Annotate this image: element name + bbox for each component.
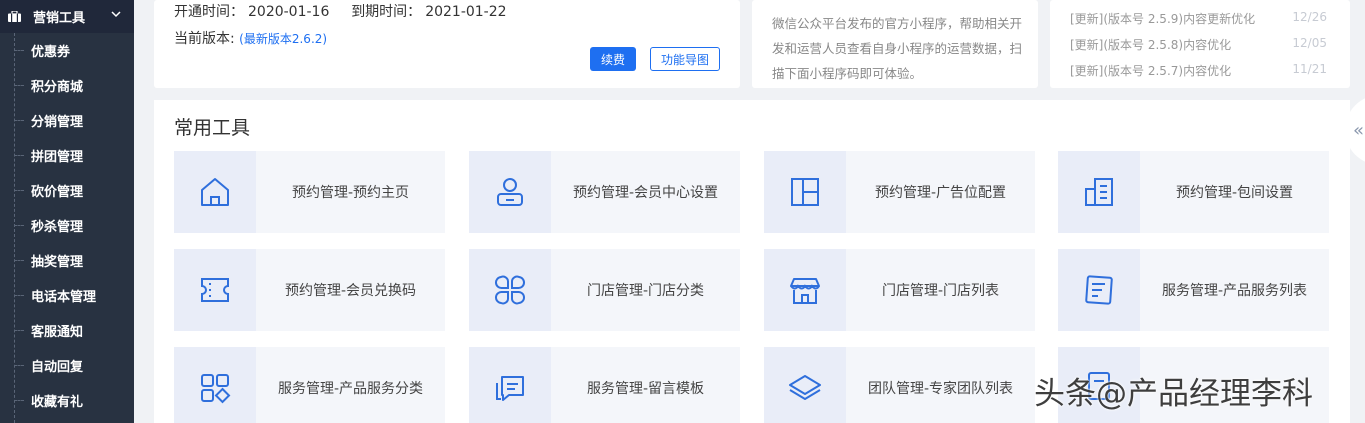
home-icon bbox=[174, 151, 256, 233]
update-date: 12/05 bbox=[1292, 36, 1327, 50]
update-text: [更新](版本号 2.5.7)内容优化 bbox=[1070, 64, 1232, 78]
message-icon bbox=[469, 347, 551, 423]
tool-member-center[interactable]: 预约管理-会员中心设置 bbox=[469, 151, 740, 233]
sidebar-item-label: 电话本管理 bbox=[31, 290, 97, 305]
sidebar-item-label: 分销管理 bbox=[31, 115, 84, 130]
update-item[interactable]: [更新](版本号 2.5.9)内容更新优化 12/26 bbox=[1070, 10, 1330, 28]
sidebar-item-label: 收藏有礼 bbox=[31, 395, 84, 410]
tool-label: 门店管理-门店分类 bbox=[586, 283, 705, 299]
tool-reservation-home[interactable]: 预约管理-预约主页 bbox=[174, 151, 445, 233]
update-text: [更新](版本号 2.5.9)内容更新优化 bbox=[1070, 12, 1256, 26]
briefcase-icon bbox=[8, 11, 21, 22]
updates-card: [更新](版本号 2.5.9)内容更新优化 12/26 [更新](版本号 2.5.… bbox=[1050, 0, 1350, 88]
tool-expert-team-list[interactable]: 团队管理-专家团队列表 bbox=[764, 347, 1035, 423]
sidebar: 营销工具 优惠券 积分商城 分销管理 拼团管理 砍价管理 秒杀管理 抽奖管理 电… bbox=[0, 0, 134, 423]
store-icon bbox=[764, 249, 846, 331]
tool-message-template[interactable]: 服务管理-留言模板 bbox=[469, 347, 740, 423]
sidebar-item-label: 优惠券 bbox=[31, 45, 71, 60]
tool-label: 门店管理-门店列表 bbox=[881, 283, 1000, 299]
tool-label: 服务管理-产品服务分类 bbox=[277, 381, 424, 397]
common-tools-title: 常用工具 bbox=[174, 117, 251, 139]
miniprogram-description: 微信公众平台发布的官方小程序，帮助相关开发和运营人员查看自身小程序的运营数据，扫… bbox=[772, 16, 1023, 81]
feature-map-button[interactable]: 功能导图 bbox=[650, 47, 720, 71]
watermark-text: 头条@产品经理李科 bbox=[1034, 376, 1313, 412]
tool-private-room[interactable]: 预约管理-包间设置 bbox=[1058, 151, 1329, 233]
tool-label: 预约管理-广告位配置 bbox=[874, 185, 1007, 201]
sidebar-item-service-notify[interactable]: 客服通知 bbox=[0, 313, 134, 348]
latest-version-link[interactable]: (最新版本2.6.2) bbox=[239, 32, 327, 46]
list-icon bbox=[1058, 249, 1140, 331]
tool-label: 预约管理-包间设置 bbox=[1175, 185, 1294, 201]
miniprogram-card: 微信公众平台发布的官方小程序，帮助相关开发和运营人员查看自身小程序的运营数据，扫… bbox=[752, 0, 1038, 88]
sidebar-item-label: 砍价管理 bbox=[31, 185, 84, 200]
sidebar-menu: 优惠券 积分商城 分销管理 拼团管理 砍价管理 秒杀管理 抽奖管理 电话本管理 … bbox=[0, 33, 134, 418]
open-date-value: 2020-01-16 bbox=[248, 4, 330, 20]
ticket-icon bbox=[174, 249, 256, 331]
sidebar-section-marketing-tools[interactable]: 营销工具 bbox=[0, 0, 134, 33]
sidebar-item-flash-sale[interactable]: 秒杀管理 bbox=[0, 208, 134, 243]
sidebar-item-group-buy[interactable]: 拼团管理 bbox=[0, 138, 134, 173]
tool-ad-slot[interactable]: 预约管理-广告位配置 bbox=[764, 151, 1035, 233]
tool-label: 服务管理-产品服务列表 bbox=[1161, 283, 1308, 299]
tool-member-redeem-code[interactable]: 预约管理-会员兑换码 bbox=[174, 249, 445, 331]
version-label: 当前版本: bbox=[174, 31, 235, 47]
update-date: 12/26 bbox=[1292, 10, 1327, 24]
tool-product-service-list[interactable]: 服务管理-产品服务列表 bbox=[1058, 249, 1329, 331]
sidebar-item-distribution[interactable]: 分销管理 bbox=[0, 103, 134, 138]
tool-store-list[interactable]: 门店管理-门店列表 bbox=[764, 249, 1035, 331]
member-icon bbox=[469, 151, 551, 233]
tool-label: 预约管理-会员兑换码 bbox=[284, 283, 417, 299]
account-card: 开通时间： 2020-01-16 到期时间： 2021-01-22 当前版本: (最… bbox=[154, 0, 740, 88]
sidebar-item-bargain[interactable]: 砍价管理 bbox=[0, 173, 134, 208]
sidebar-item-label: 拼团管理 bbox=[31, 150, 84, 165]
sidebar-item-coupons[interactable]: 优惠券 bbox=[0, 33, 134, 68]
sidebar-item-label: 秒杀管理 bbox=[31, 220, 84, 235]
tool-label: 预约管理-预约主页 bbox=[291, 185, 410, 201]
update-text: [更新](版本号 2.5.8)内容优化 bbox=[1070, 38, 1232, 52]
expire-date-label: 到期时间： bbox=[351, 4, 422, 20]
sidebar-section-title: 营销工具 bbox=[33, 11, 86, 26]
double-chevron-left-icon: « bbox=[1353, 119, 1365, 141]
update-item[interactable]: [更新](版本号 2.5.7)内容优化 11/21 bbox=[1070, 62, 1330, 80]
layers-icon bbox=[764, 347, 846, 423]
sidebar-item-label: 客服通知 bbox=[31, 325, 84, 340]
tool-product-service-category[interactable]: 服务管理-产品服务分类 bbox=[174, 347, 445, 423]
subscription-dates: 开通时间： 2020-01-16 到期时间： 2021-01-22 bbox=[174, 1, 511, 21]
renew-button[interactable]: 续费 bbox=[590, 47, 636, 71]
expire-date-value: 2021-01-22 bbox=[425, 4, 507, 20]
sidebar-item-favorite-gift[interactable]: 收藏有礼 bbox=[0, 383, 134, 418]
layout-icon bbox=[764, 151, 846, 233]
sidebar-item-label: 积分商城 bbox=[31, 80, 84, 95]
category-icon bbox=[469, 249, 551, 331]
chevron-down-icon[interactable] bbox=[110, 8, 122, 20]
sidebar-item-phonebook[interactable]: 电话本管理 bbox=[0, 278, 134, 313]
tool-label: 服务管理-留言模板 bbox=[586, 381, 705, 397]
sidebar-item-lottery[interactable]: 抽奖管理 bbox=[0, 243, 134, 278]
sidebar-item-auto-reply[interactable]: 自动回复 bbox=[0, 348, 134, 383]
room-icon bbox=[1058, 151, 1140, 233]
current-version: 当前版本: (最新版本2.6.2) bbox=[174, 28, 327, 48]
sidebar-item-label: 自动回复 bbox=[31, 360, 84, 375]
tool-store-category[interactable]: 门店管理-门店分类 bbox=[469, 249, 740, 331]
update-item[interactable]: [更新](版本号 2.5.8)内容优化 12/05 bbox=[1070, 36, 1330, 54]
apps-icon bbox=[174, 347, 256, 423]
update-date: 11/21 bbox=[1292, 62, 1327, 76]
tool-label: 团队管理-专家团队列表 bbox=[867, 381, 1014, 397]
tool-label: 预约管理-会员中心设置 bbox=[572, 185, 719, 201]
sidebar-item-points-mall[interactable]: 积分商城 bbox=[0, 68, 134, 103]
open-date-label: 开通时间： bbox=[174, 4, 244, 20]
sidebar-item-label: 抽奖管理 bbox=[31, 255, 84, 270]
